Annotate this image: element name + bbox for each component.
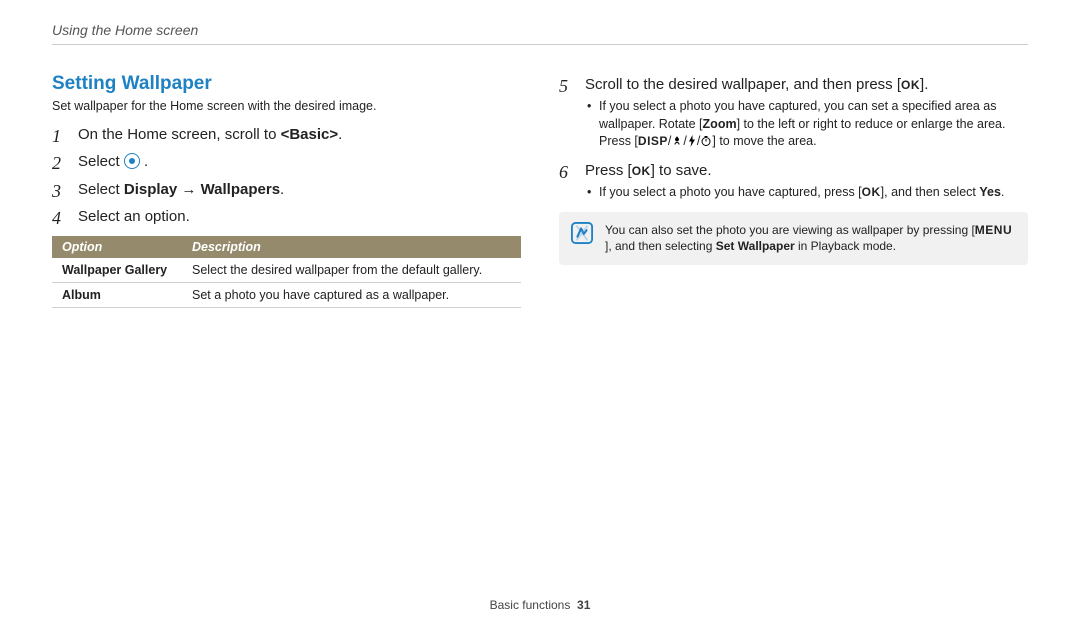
step-4: Select an option. xyxy=(52,205,521,228)
step-5-sublist: If you select a photo you have captured,… xyxy=(585,98,1028,151)
yes-label: Yes xyxy=(979,185,1001,199)
options-table: Option Description Wallpaper Gallery Sel… xyxy=(52,236,521,308)
step-5-post: ]. xyxy=(920,76,928,93)
step-6-sublist: If you select a photo you have captured,… xyxy=(585,184,1028,202)
ok-key-icon: OK xyxy=(901,76,920,95)
footer: Basic functions 31 xyxy=(0,598,1080,612)
section-intro: Set wallpaper for the Home screen with t… xyxy=(52,99,521,113)
divider xyxy=(52,44,1028,45)
flash-icon xyxy=(687,135,697,147)
left-column: Setting Wallpaper Set wallpaper for the … xyxy=(52,73,521,308)
step-3-pre: Select xyxy=(78,181,124,198)
step-1-post: . xyxy=(338,126,342,143)
target-icon xyxy=(124,153,140,169)
step-5-pre: Scroll to the desired wallpaper, and the… xyxy=(585,76,901,93)
step-5-sub: If you select a photo you have captured,… xyxy=(585,98,1028,151)
step-1-bold: <Basic> xyxy=(281,126,339,143)
step-3-post: . xyxy=(280,181,284,198)
note-text: You can also set the photo you are viewi… xyxy=(605,222,1016,256)
options-header-option: Option xyxy=(52,236,182,258)
step-1-pre: On the Home screen, scroll to xyxy=(78,126,281,143)
step-2-post: . xyxy=(144,153,148,170)
macro-icon xyxy=(671,135,683,147)
option-name: Album xyxy=(52,283,182,308)
page-number: 31 xyxy=(577,598,590,612)
s6-sub-b: ], and then select xyxy=(881,185,980,199)
breadcrumb: Using the Home screen xyxy=(52,22,1028,38)
ok-key-icon: OK xyxy=(862,184,881,201)
note-b: ], and then selecting xyxy=(605,239,716,253)
step-6: Press [OK] to save. If you select a phot… xyxy=(559,159,1028,202)
option-desc: Set a photo you have captured as a wallp… xyxy=(182,283,521,308)
steps-left: On the Home screen, scroll to <Basic>. S… xyxy=(52,123,521,228)
menu-key-icon: MENU xyxy=(975,222,1012,239)
step-1: On the Home screen, scroll to <Basic>. xyxy=(52,123,521,146)
right-column: Scroll to the desired wallpaper, and the… xyxy=(559,73,1028,308)
table-row: Album Set a photo you have captured as a… xyxy=(52,283,521,308)
table-row: Wallpaper Gallery Select the desired wal… xyxy=(52,258,521,283)
option-desc: Select the desired wallpaper from the de… xyxy=(182,258,521,283)
step-6-post: ] to save. xyxy=(651,162,712,179)
section-title: Setting Wallpaper xyxy=(52,73,521,95)
step-5: Scroll to the desired wallpaper, and the… xyxy=(559,73,1028,151)
s6-sub-a: If you select a photo you have captured,… xyxy=(599,185,862,199)
step-6-sub: If you select a photo you have captured,… xyxy=(585,184,1028,202)
note-a: You can also set the photo you are viewi… xyxy=(605,223,975,237)
note-box: You can also set the photo you are viewi… xyxy=(559,212,1028,266)
disp-key-icon: DISP xyxy=(638,133,668,150)
option-name: Wallpaper Gallery xyxy=(52,258,182,283)
step-3-arrow: → xyxy=(177,181,200,198)
step-2-pre: Select xyxy=(78,153,124,170)
content-columns: Setting Wallpaper Set wallpaper for the … xyxy=(52,73,1028,308)
zoom-label: Zoom xyxy=(703,117,737,131)
ok-key-icon: OK xyxy=(632,162,651,181)
s6-sub-c: . xyxy=(1001,185,1004,199)
step-2: Select . xyxy=(52,150,521,173)
s5-sub-c: ] to move the area. xyxy=(712,134,816,148)
note-icon xyxy=(571,222,593,244)
set-wallpaper-label: Set Wallpaper xyxy=(716,239,795,253)
steps-right: Scroll to the desired wallpaper, and the… xyxy=(559,73,1028,202)
step-3-b1: Display xyxy=(124,181,177,198)
options-header-description: Description xyxy=(182,236,521,258)
note-c: in Playback mode. xyxy=(795,239,896,253)
timer-icon xyxy=(700,135,712,147)
step-3-b2: Wallpapers xyxy=(201,181,280,198)
step-6-pre: Press [ xyxy=(585,162,632,179)
footer-section: Basic functions xyxy=(490,598,571,612)
step-3: Select Display → Wallpapers. xyxy=(52,178,521,201)
